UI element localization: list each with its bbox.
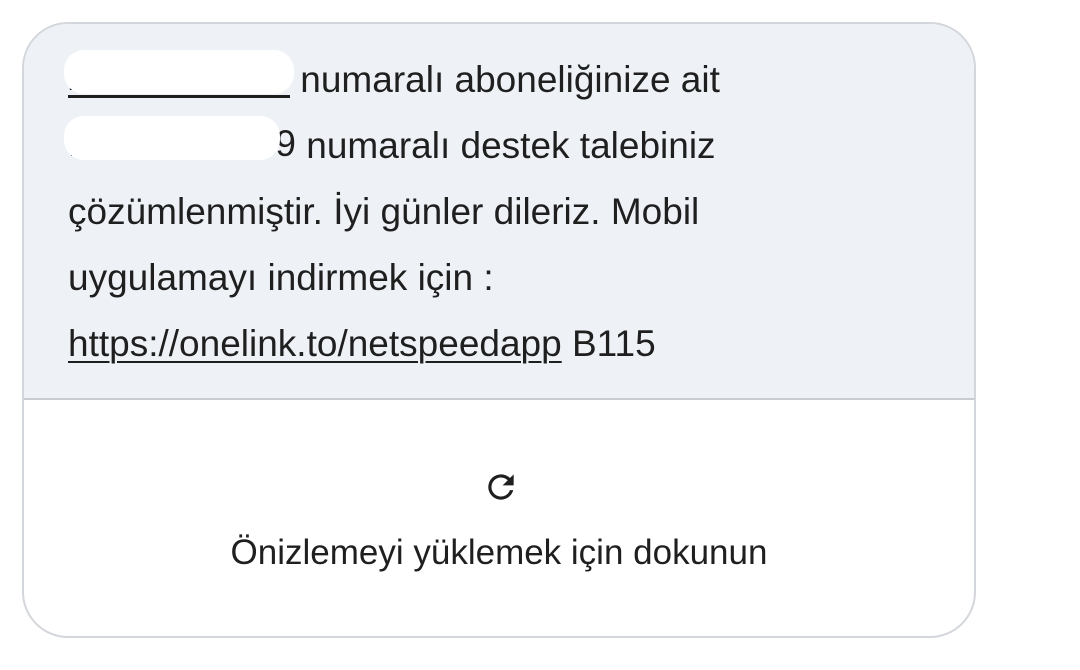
preview-load-label: Önizlemeyi yüklemek için dokunun — [230, 533, 768, 572]
redacted-subscription-number: 25 — [64, 50, 294, 98]
message-code: B115 — [571, 323, 656, 364]
reload-icon — [488, 474, 514, 500]
message-line-1: 25 numaralı aboneliğinize ait — [64, 50, 720, 102]
message-text-3: çözümlenmiştir. İyi günler dileriz. Mobi… — [68, 191, 700, 232]
message-text-4: uygulamayı indirmek için : — [68, 257, 494, 298]
message-text-1: numaralı aboneliğinize ait — [300, 59, 720, 100]
message-bubble[interactable]: 25 numaralı aboneliğinize ait NS 9 numar… — [22, 22, 976, 638]
redaction-blot — [64, 50, 294, 94]
app-download-link[interactable]: https://onelink.to/netspeedapp — [68, 323, 562, 364]
message-line-4: uygulamayı indirmek için : — [68, 256, 494, 300]
redaction-blot — [64, 116, 280, 160]
message-line-3: çözümlenmiştir. İyi günler dileriz. Mobi… — [68, 190, 699, 234]
message-line-5: https://onelink.to/netspeedapp B115 — [68, 322, 656, 366]
redacted-ticket-number: NS 9 — [64, 116, 296, 164]
redaction-underline — [68, 95, 290, 98]
link-preview-tap-area[interactable]: Önizlemeyi yüklemek için dokunun — [24, 400, 974, 636]
message-line-2: NS 9 numaralı destek talebiniz — [64, 116, 716, 168]
message-body[interactable]: 25 numaralı aboneliğinize ait NS 9 numar… — [24, 24, 974, 400]
message-text-2: numaralı destek talebiniz — [306, 125, 716, 166]
